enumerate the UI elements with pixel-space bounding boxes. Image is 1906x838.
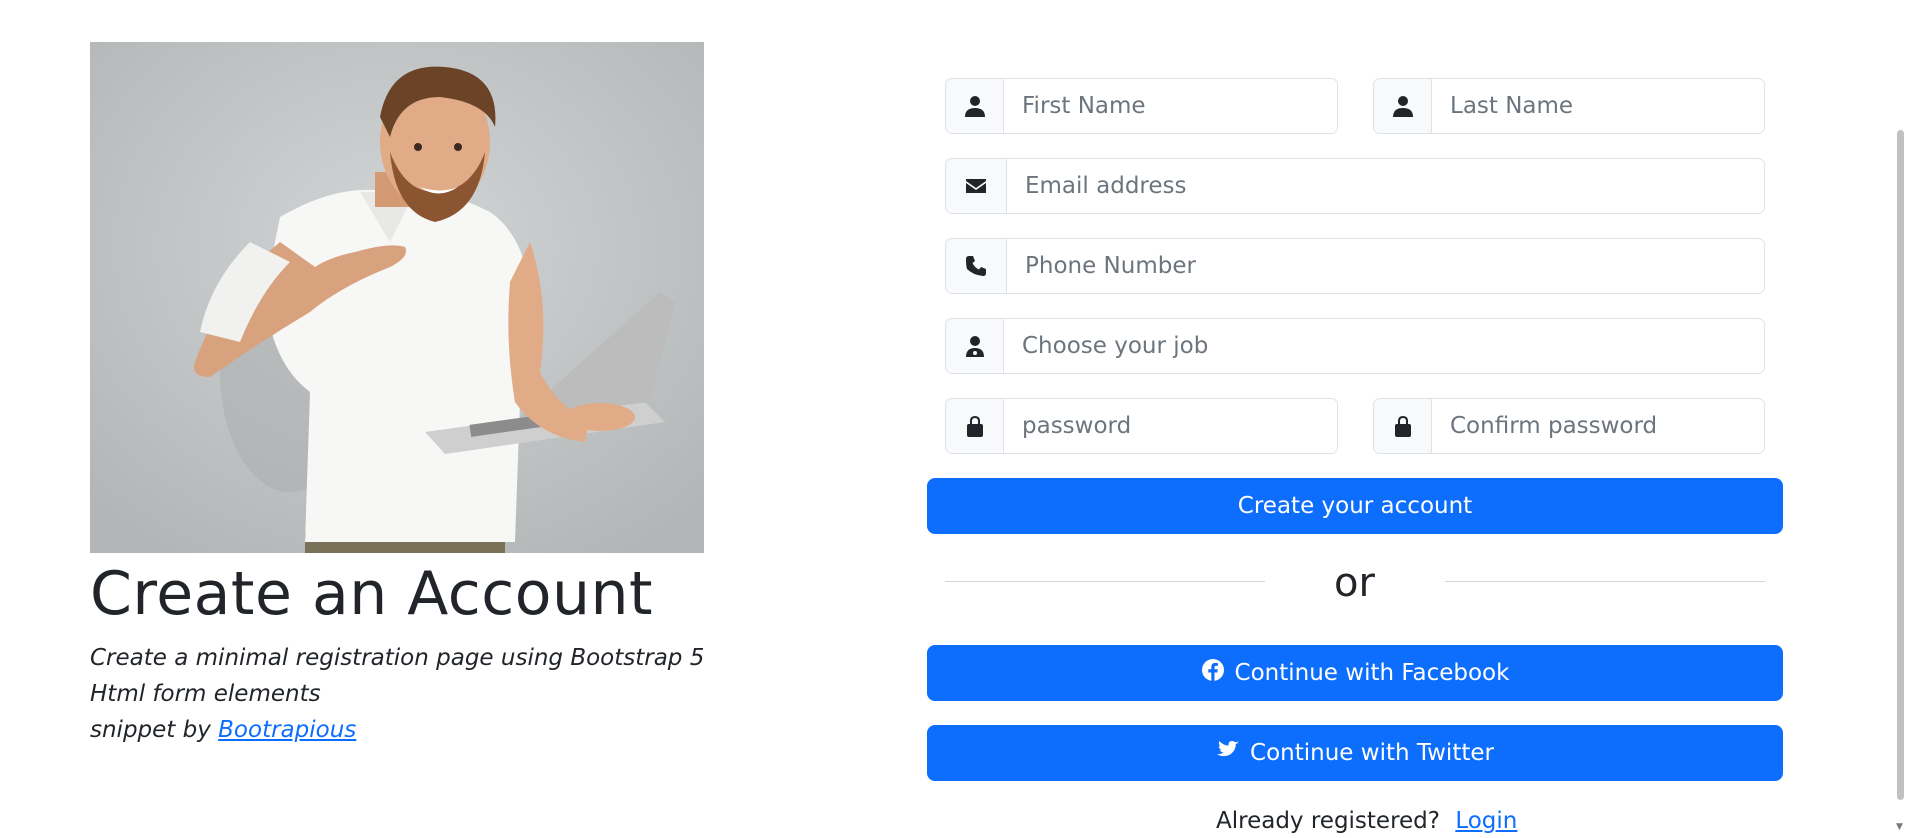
lock-icon xyxy=(1374,399,1432,453)
last-name-input[interactable] xyxy=(1432,79,1764,133)
user-icon xyxy=(946,79,1004,133)
page-title: Create an Account xyxy=(90,559,654,629)
phone-group xyxy=(945,238,1765,294)
twitter-button[interactable]: Continue with Twitter xyxy=(927,725,1783,781)
page-description: Create a minimal registration page using… xyxy=(90,640,704,748)
first-name-group xyxy=(945,78,1338,134)
twitter-icon xyxy=(1216,738,1240,768)
phone-icon xyxy=(946,239,1007,293)
hero-image xyxy=(90,42,704,553)
last-name-group xyxy=(1373,78,1765,134)
email-group xyxy=(945,158,1765,214)
first-name-input[interactable] xyxy=(1004,79,1337,133)
man-with-laptop-illustration xyxy=(90,42,704,553)
email-input[interactable] xyxy=(1007,159,1764,213)
divider-line-left xyxy=(945,581,1265,582)
password-group xyxy=(945,398,1338,454)
confirm-password-group xyxy=(1373,398,1765,454)
job-input[interactable] xyxy=(1004,319,1764,373)
description-line-1: Create a minimal registration page using… xyxy=(90,645,705,671)
snippet-credit: snippet by Bootrapious xyxy=(90,712,704,748)
facebook-button[interactable]: Continue with Facebook xyxy=(927,645,1783,701)
create-account-button[interactable]: Create your account xyxy=(927,478,1783,534)
bootrapious-link[interactable]: Bootrapious xyxy=(218,717,356,743)
password-input[interactable] xyxy=(1004,399,1337,453)
already-registered: Already registered? Login xyxy=(1216,808,1517,834)
job-group xyxy=(945,318,1765,374)
description-line-2: Html form elements xyxy=(90,681,321,707)
envelope-icon xyxy=(946,159,1007,213)
or-separator: or xyxy=(1334,560,1375,606)
facebook-label: Continue with Facebook xyxy=(1234,660,1510,686)
twitter-label: Continue with Twitter xyxy=(1250,740,1494,766)
user-doctor-icon xyxy=(946,319,1004,373)
divider-line-right xyxy=(1445,581,1765,582)
login-link[interactable]: Login xyxy=(1455,808,1517,834)
facebook-icon xyxy=(1201,658,1225,688)
user-icon xyxy=(1374,79,1432,133)
scroll-down-icon[interactable]: ▼ xyxy=(1896,822,1903,832)
lock-icon xyxy=(946,399,1004,453)
scrollbar-thumb[interactable] xyxy=(1897,130,1904,800)
create-account-label: Create your account xyxy=(1237,493,1473,519)
phone-input[interactable] xyxy=(1007,239,1764,293)
already-registered-text: Already registered? xyxy=(1216,808,1440,834)
confirm-password-input[interactable] xyxy=(1432,399,1764,453)
snippet-prefix: snippet by xyxy=(90,717,211,743)
